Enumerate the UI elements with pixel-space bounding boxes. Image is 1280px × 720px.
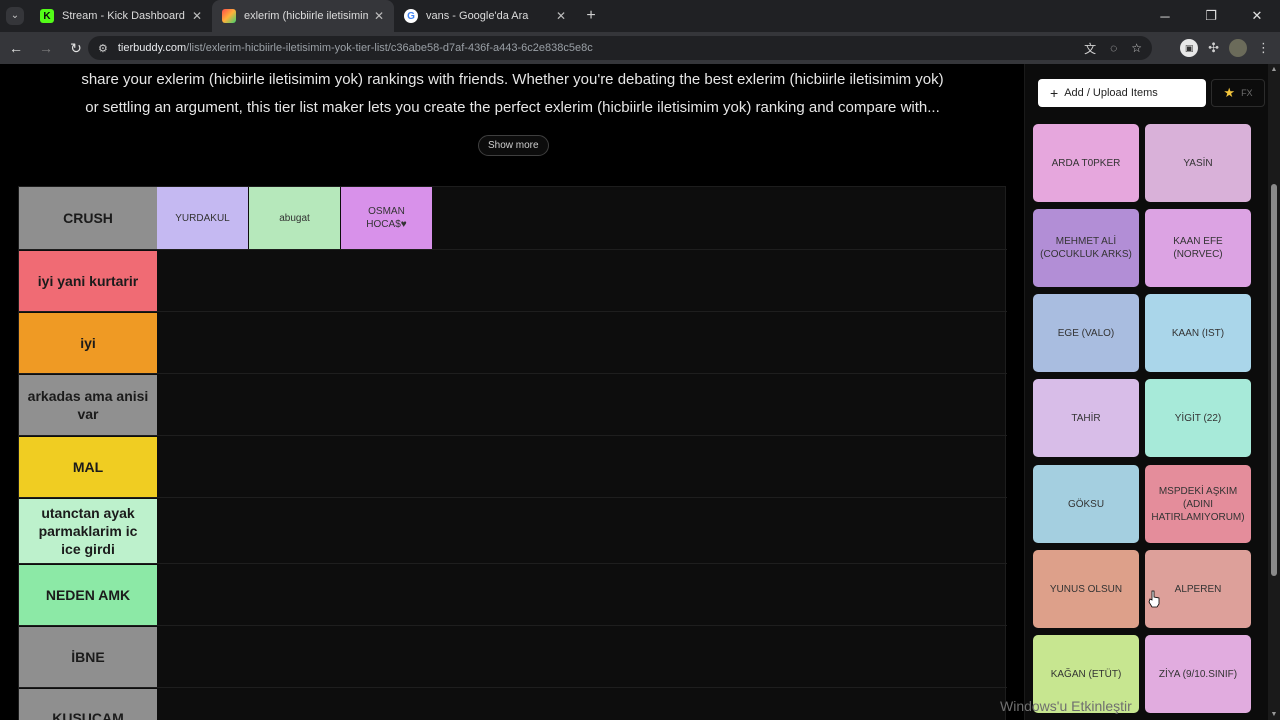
scroll-down-icon[interactable]: ▼ [1270,711,1278,718]
tier-row: CRUSH YURDAKUL abugat OSMAN HOCA$♥ [19,187,1007,250]
item-card[interactable]: MSPDEKİ AŞKIM (ADINI HATIRLAMIYORUM) [1145,465,1251,543]
item-card[interactable]: GÖKSU [1033,465,1139,543]
tier-item[interactable]: abugat [249,187,341,249]
eye-off-icon[interactable]: ◌ [1110,41,1117,55]
item-card[interactable]: TAHİR [1033,379,1139,457]
close-tab-icon[interactable]: ✕ [556,9,566,23]
close-tab-icon[interactable]: ✕ [192,9,202,23]
tier-items[interactable] [157,375,1007,435]
tier-row: utanctan ayak parmaklarim ic ice girdi [19,499,1007,564]
description: share your exlerim (hicbiirle iletisimim… [30,66,995,122]
item-card[interactable]: YUNUS OLSUN [1033,550,1139,628]
tier-row: İBNE [19,627,1007,688]
item-card[interactable]: KAAN EFE (NORVEC) [1145,209,1251,287]
tier-items[interactable] [157,437,1007,497]
scroll-up-icon[interactable]: ▲ [1270,66,1278,73]
page-content: share your exlerim (hicbiirle iletisimim… [0,64,1280,720]
browser-toolbar: ← → ↻ ⚙ tierbuddy.com/list/exlerim-hicbi… [0,32,1280,64]
items-panel: + Add / Upload Items ★ FX ARDA T0PKER YA… [1024,64,1268,720]
tab-kick[interactable]: K Stream - Kick Dashboard ✕ [30,0,212,32]
windows-activation-watermark: Windows'u Etkinleştir [1000,698,1132,714]
tab-title: exlerim (hicbiirle iletisimim yok) [244,10,368,22]
new-tab-button[interactable]: + [576,7,606,25]
url-text: tierbuddy.com/list/exlerim-hicbiirle-ile… [117,42,593,54]
tab-search-button[interactable]: ⌄ [0,0,30,32]
tab-bar: ⌄ K Stream - Kick Dashboard ✕ exlerim (h… [0,0,1280,32]
tier-row: MAL [19,437,1007,498]
forward-arrow-icon[interactable]: → [32,34,60,62]
address-bar[interactable]: ⚙ tierbuddy.com/list/exlerim-hicbiirle-i… [88,36,1152,60]
minimize-icon[interactable]: ─ [1142,0,1188,32]
tier-label[interactable]: iyi yani kurtarir [19,251,157,311]
tier-label[interactable]: CRUSH [19,187,157,249]
tier-items[interactable] [157,251,1007,311]
item-card[interactable]: MEHMET ALİ (COCUKLUK ARKS) [1033,209,1139,287]
extension-icon[interactable]: ▣ [1180,39,1199,57]
tier-items[interactable] [157,565,1007,625]
star-icon: ★ [1223,85,1236,100]
tier-items[interactable] [157,627,1007,687]
fx-label: FX [1241,88,1253,98]
tier-items[interactable]: YURDAKUL abugat OSMAN HOCA$♥ [157,187,1007,249]
window-controls: ─ ❐ ✕ [1142,0,1280,32]
item-card[interactable]: EGE (VALO) [1033,294,1139,372]
item-card[interactable]: ARDA T0PKER [1033,124,1139,202]
translate-icon[interactable]: 文 [1084,40,1096,57]
tier-label[interactable]: MAL [19,437,157,497]
page-scrollbar[interactable]: ▲ ▼ [1268,64,1280,720]
bookmark-star-icon[interactable]: ☆ [1131,41,1142,55]
tier-label[interactable]: İBNE [19,627,157,687]
item-card[interactable]: YASİN [1145,124,1251,202]
tab-title: Stream - Kick Dashboard [62,10,185,22]
tier-label[interactable]: arkadas ama anisi var [19,375,157,435]
description-line-1: share your exlerim (hicbiirle iletisimim… [81,71,944,88]
tier-row: arkadas ama anisi var [19,375,1007,436]
profile-avatar[interactable] [1229,39,1247,57]
menu-kebab-icon[interactable]: ⋮ [1257,40,1270,56]
item-card[interactable]: YİGİT (22) [1145,379,1251,457]
tier-item[interactable]: YURDAKUL [157,187,249,249]
description-line-2: or settling an argument, this tier list … [85,99,940,116]
tab-tierbuddy[interactable]: exlerim (hicbiirle iletisimim yok) ✕ [212,0,394,32]
show-more-button[interactable]: Show more [478,135,549,156]
tier-row: iyi [19,313,1007,374]
kick-favicon-icon: K [40,9,54,23]
scrollbar-thumb[interactable] [1271,184,1277,576]
tier-items[interactable] [157,313,1007,373]
plus-icon: + [1050,85,1059,101]
tier-row: KUSUCAM [19,689,1007,720]
tier-label[interactable]: KUSUCAM [19,689,157,720]
toolbar-right: ▣ ✣ ⋮ [1180,32,1280,64]
restore-icon[interactable]: ❐ [1188,0,1234,32]
mouse-cursor-icon [1148,590,1160,608]
chevron-down-icon: ⌄ [6,7,24,25]
site-settings-icon[interactable]: ⚙ [98,42,108,55]
tier-label[interactable]: iyi [19,313,157,373]
tier-list: CRUSH YURDAKUL abugat OSMAN HOCA$♥ iyi y… [18,186,1007,720]
reload-icon[interactable]: ↻ [62,34,90,62]
tier-row: iyi yani kurtarir [19,251,1007,312]
extensions-puzzle-icon[interactable]: ✣ [1208,40,1219,56]
close-tab-icon[interactable]: ✕ [374,9,384,23]
tab-title: vans - Google'da Ara [426,10,529,22]
add-upload-label: Add / Upload Items [1064,87,1158,99]
tierbuddy-favicon-icon [222,9,236,23]
tier-label[interactable]: utanctan ayak parmaklarim ic ice girdi [19,499,157,563]
add-upload-items-button[interactable]: + Add / Upload Items [1038,79,1206,107]
tier-row: NEDEN AMK [19,565,1007,626]
fx-button[interactable]: ★ FX [1211,79,1265,107]
back-arrow-icon[interactable]: ← [2,34,30,62]
tier-label[interactable]: NEDEN AMK [19,565,157,625]
tab-google[interactable]: G vans - Google'da Ara ✕ [394,0,576,32]
tier-items[interactable] [157,689,1007,720]
item-card[interactable]: ALPEREN [1145,550,1251,628]
address-bar-icons: 文 ◌ ☆ [1084,36,1142,60]
google-favicon-icon: G [404,9,418,23]
item-card[interactable]: KAAN (IST) [1145,294,1251,372]
item-card[interactable]: ZİYA (9/10.SINIF) [1145,635,1251,713]
tier-items[interactable] [157,499,1007,563]
tier-item[interactable]: OSMAN HOCA$♥ [341,187,433,249]
close-window-icon[interactable]: ✕ [1234,0,1280,32]
